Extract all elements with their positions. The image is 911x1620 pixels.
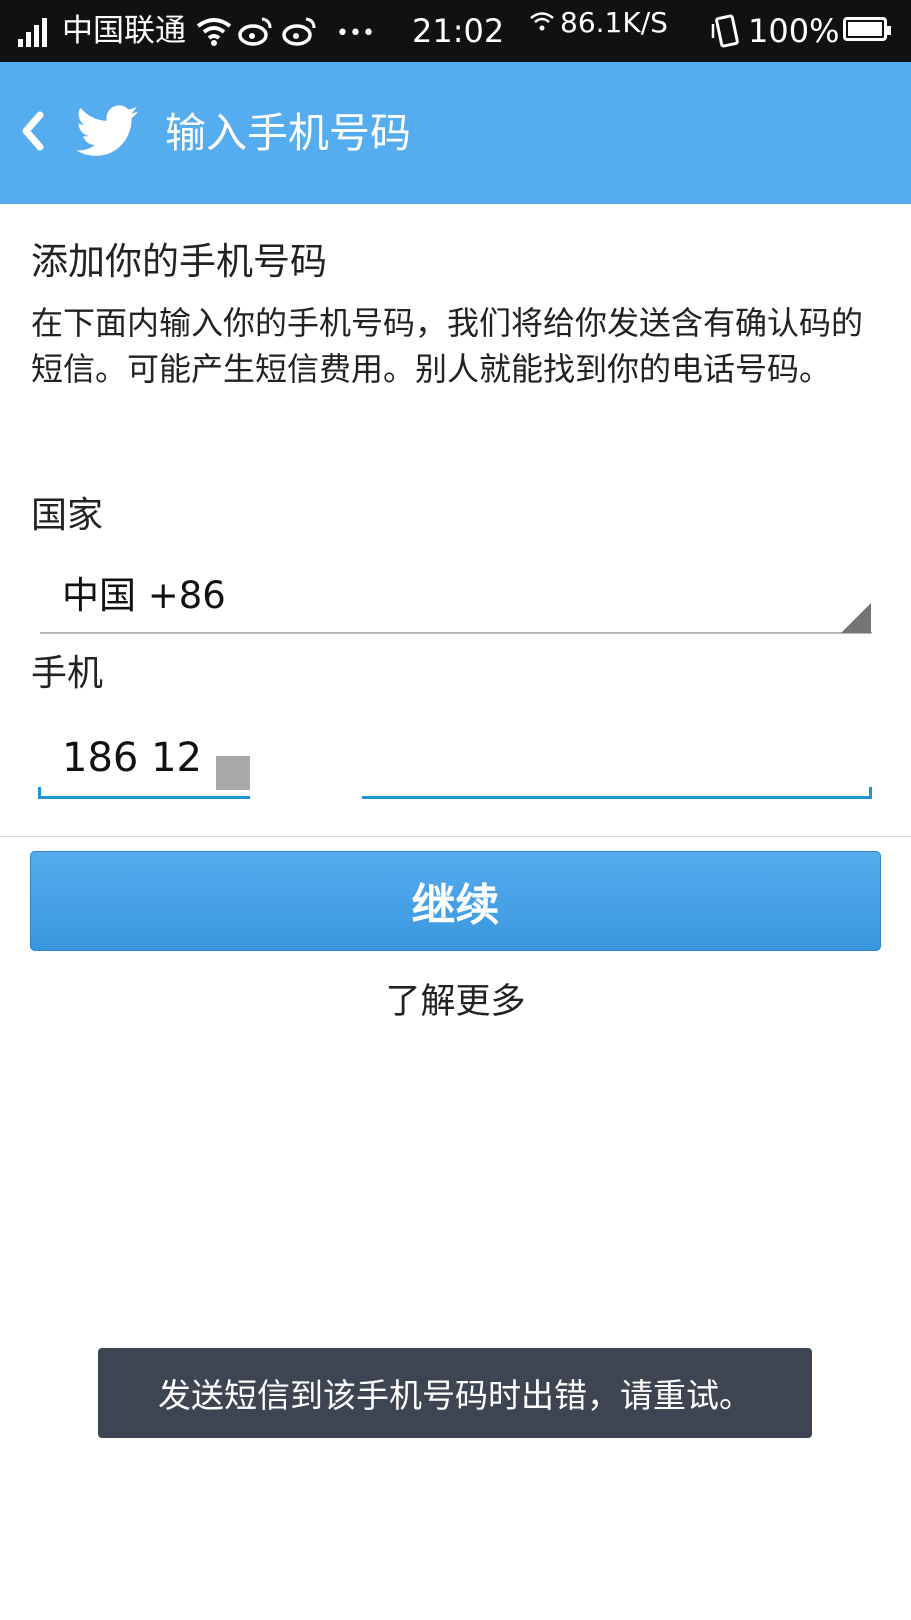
network-speed: 86.1K/S bbox=[560, 6, 668, 39]
description-text: 在下面内输入你的手机号码，我们将给你发送含有确认码的短信。可能产生短信费用。别人… bbox=[31, 304, 864, 388]
dropdown-triangle-icon bbox=[841, 603, 871, 633]
wifi-icon bbox=[196, 18, 232, 46]
battery-icon bbox=[843, 17, 891, 41]
redaction-block bbox=[216, 756, 250, 790]
country-select[interactable]: 中国 +86 bbox=[40, 568, 872, 634]
phone-value: 186 12 bbox=[62, 735, 202, 781]
continue-button[interactable]: 继续 bbox=[30, 851, 881, 951]
twitter-bird-icon bbox=[76, 105, 138, 156]
learn-more-link[interactable]: 了解更多 bbox=[0, 980, 911, 1024]
carrier-name: 中国联通 bbox=[62, 13, 186, 49]
status-bar: 中国联通 ••• 21:02 86.1K/S 100% bbox=[0, 0, 911, 62]
phone-input[interactable]: 186 12 bbox=[38, 728, 872, 800]
weibo-icon bbox=[282, 17, 316, 46]
redaction-block bbox=[250, 736, 362, 800]
clock: 21:02 bbox=[412, 12, 505, 50]
country-value: 中国 +86 bbox=[62, 574, 226, 617]
signal-icon bbox=[18, 17, 52, 47]
back-icon[interactable] bbox=[18, 107, 48, 155]
section-heading: 添加你的手机号码 bbox=[31, 240, 327, 283]
vibrate-icon bbox=[711, 14, 739, 48]
weibo-icon bbox=[238, 17, 272, 46]
country-label: 国家 bbox=[31, 495, 104, 536]
phone-label: 手机 bbox=[31, 653, 104, 694]
error-toast: 发送短信到该手机号码时出错，请重试。 bbox=[98, 1348, 812, 1438]
wifi-speed-icon bbox=[530, 12, 554, 31]
app-bar: 输入手机号码 bbox=[0, 62, 911, 204]
battery-percent: 100% bbox=[748, 12, 840, 50]
more-notifications: ••• bbox=[336, 21, 375, 46]
page-title: 输入手机号码 bbox=[165, 109, 411, 157]
divider bbox=[0, 836, 911, 837]
